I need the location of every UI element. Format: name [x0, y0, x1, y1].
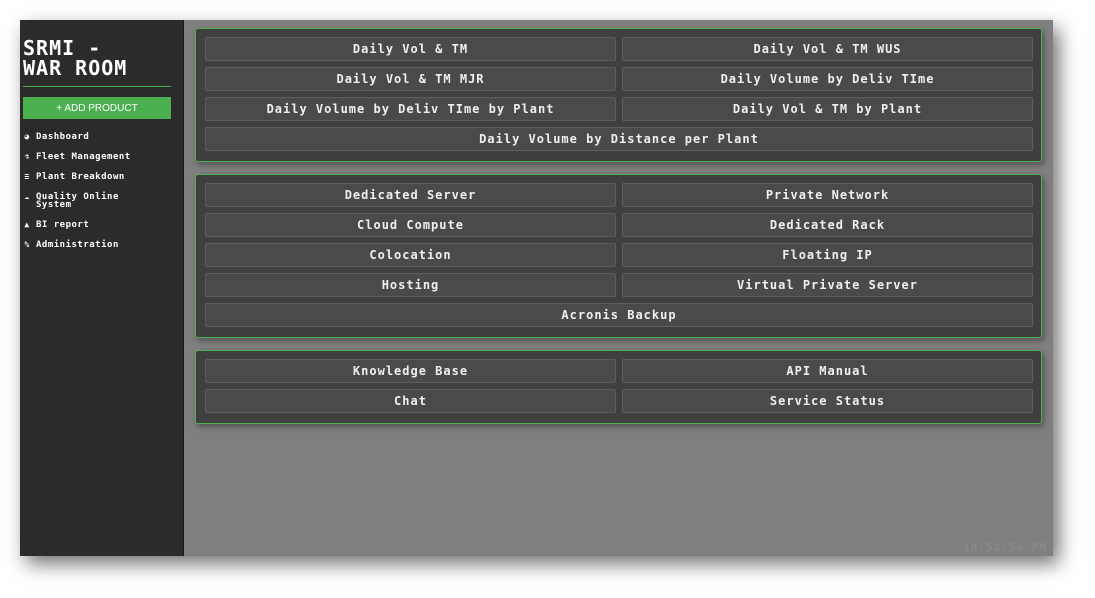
- tile-daily-volume-by-deliv-time-by-plant[interactable]: Daily Volume by Deliv TIme by Plant: [205, 97, 616, 121]
- sidebar: SRMI - WAR ROOM + ADD PRODUCT ◕ Dashboar…: [20, 20, 184, 556]
- sidebar-item-label: BI report: [36, 220, 90, 230]
- app-window: SRMI - WAR ROOM + ADD PRODUCT ◕ Dashboar…: [20, 20, 1053, 556]
- reports-panel: Daily Vol & TM Daily Vol & TM WUS Daily …: [195, 28, 1042, 162]
- brand-title: SRMI - WAR ROOM: [23, 36, 128, 80]
- sidebar-item-quality-online-system[interactable]: ☁ Quality Online System: [23, 192, 183, 210]
- tile-daily-vol-tm-wus[interactable]: Daily Vol & TM WUS: [622, 37, 1033, 61]
- chart-icon: ▲: [24, 220, 30, 229]
- tile-cloud-compute[interactable]: Cloud Compute: [205, 213, 616, 237]
- tile-daily-volume-by-distance-per-plant[interactable]: Daily Volume by Distance per Plant: [205, 127, 1033, 151]
- tile-daily-vol-tm-mjr[interactable]: Daily Vol & TM MJR: [205, 67, 616, 91]
- sidebar-item-plant-breakdown[interactable]: ≡ Plant Breakdown: [23, 172, 183, 182]
- sidebar-item-label: Quality Online System: [36, 192, 119, 210]
- sidebar-item-dashboard[interactable]: ◕ Dashboard: [23, 132, 183, 142]
- tile-dedicated-rack[interactable]: Dedicated Rack: [622, 213, 1033, 237]
- sidebar-item-label: Fleet Management: [36, 152, 131, 162]
- percent-icon: %: [24, 240, 30, 249]
- support-panel: Knowledge Base API Manual Chat Service S…: [195, 350, 1042, 424]
- clock: 10:52:56 PM: [963, 541, 1047, 554]
- main-content: Daily Vol & TM Daily Vol & TM WUS Daily …: [184, 20, 1053, 556]
- cloud-icon: ☁: [24, 192, 30, 201]
- sidebar-item-label: Dashboard: [36, 132, 90, 142]
- services-grid: Dedicated Server Private Network Cloud C…: [205, 183, 1033, 327]
- tile-virtual-private-server[interactable]: Virtual Private Server: [622, 273, 1033, 297]
- list-icon: ≡: [24, 172, 30, 181]
- sidebar-item-label: Administration: [36, 240, 119, 250]
- tile-floating-ip[interactable]: Floating IP: [622, 243, 1033, 267]
- tile-chat[interactable]: Chat: [205, 389, 616, 413]
- tile-api-manual[interactable]: API Manual: [622, 359, 1033, 383]
- gauge-icon: ◕: [24, 132, 30, 141]
- tile-dedicated-server[interactable]: Dedicated Server: [205, 183, 616, 207]
- reports-grid: Daily Vol & TM Daily Vol & TM WUS Daily …: [205, 37, 1033, 151]
- tile-acronis-backup[interactable]: Acronis Backup: [205, 303, 1033, 327]
- services-panel: Dedicated Server Private Network Cloud C…: [195, 174, 1042, 338]
- tile-hosting[interactable]: Hosting: [205, 273, 616, 297]
- tile-daily-vol-tm-by-plant[interactable]: Daily Vol & TM by Plant: [622, 97, 1033, 121]
- tile-service-status[interactable]: Service Status: [622, 389, 1033, 413]
- sitemap-icon: ⚗: [24, 152, 30, 161]
- tile-private-network[interactable]: Private Network: [622, 183, 1033, 207]
- brand-divider: [23, 86, 171, 87]
- sidebar-nav: ◕ Dashboard ⚗ Fleet Management ≡ Plant B…: [23, 132, 183, 250]
- sidebar-item-bi-report[interactable]: ▲ BI report: [23, 220, 183, 230]
- sidebar-item-administration[interactable]: % Administration: [23, 240, 183, 250]
- tile-knowledge-base[interactable]: Knowledge Base: [205, 359, 616, 383]
- sidebar-item-fleet-management[interactable]: ⚗ Fleet Management: [23, 152, 183, 162]
- tile-daily-volume-by-deliv-time[interactable]: Daily Volume by Deliv TIme: [622, 67, 1033, 91]
- add-product-button[interactable]: + ADD PRODUCT: [23, 97, 171, 119]
- tile-colocation[interactable]: Colocation: [205, 243, 616, 267]
- sidebar-item-label: Plant Breakdown: [36, 172, 125, 182]
- support-grid: Knowledge Base API Manual Chat Service S…: [205, 359, 1033, 413]
- tile-daily-vol-tm[interactable]: Daily Vol & TM: [205, 37, 616, 61]
